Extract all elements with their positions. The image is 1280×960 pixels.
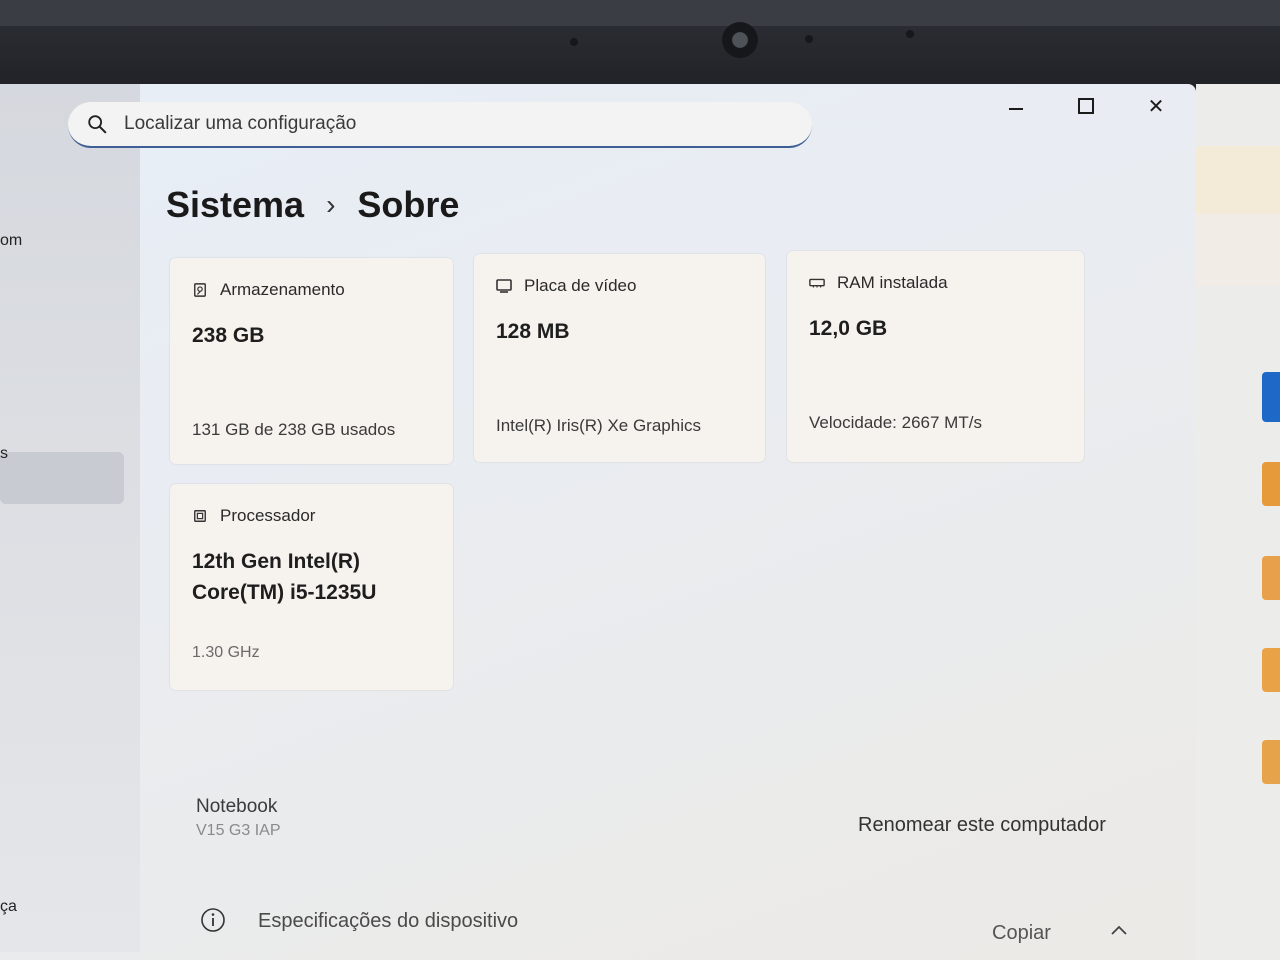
card-header: Armazenamento <box>192 280 345 300</box>
minimize-icon <box>1009 108 1023 110</box>
search-icon <box>88 115 107 134</box>
minimize-button[interactable] <box>996 92 1036 120</box>
bezel-top-edge <box>0 0 1280 26</box>
storage-value: 238 GB <box>192 324 265 347</box>
search-input[interactable] <box>122 112 766 136</box>
rename-computer-button[interactable]: Renomear este computador <box>846 808 1118 843</box>
ram-speed: Velocidade: 2667 MT/s <box>809 413 982 432</box>
info-icon <box>201 908 225 932</box>
background-window-band <box>1196 214 1280 286</box>
storage-usage: 131 GB de 238 GB usados <box>192 420 396 439</box>
processor-card[interactable]: Processador 12th Gen Intel(R) Core(TM) i… <box>170 484 453 690</box>
ram-icon <box>809 278 825 288</box>
bezel-sensor <box>570 38 578 46</box>
processor-value: 12th Gen Intel(R) Core(TM) i5-1235U <box>192 550 377 604</box>
card-header: RAM instalada <box>809 273 948 293</box>
breadcrumb-parent[interactable]: Sistema <box>166 184 304 226</box>
page-title: Sobre <box>357 184 460 225</box>
processor-speed: 1.30 GHz <box>192 644 260 661</box>
processor-icon <box>194 510 206 522</box>
maximize-icon <box>1078 98 1094 114</box>
settings-window: om s ça ✕ Sistema › Sobre Armazenamento … <box>0 84 1196 960</box>
webcam <box>722 22 758 58</box>
background-window-band <box>1196 146 1280 214</box>
processor-label: Processador <box>220 506 316 525</box>
maximize-button[interactable] <box>1066 92 1106 120</box>
sidebar-item-fragment[interactable]: ça <box>0 898 17 916</box>
video-adapter-name: Intel(R) Iris(R) Xe Graphics <box>496 416 701 435</box>
window-controls: ✕ <box>996 92 1176 120</box>
close-button[interactable]: ✕ <box>1136 92 1176 120</box>
chevron-up-icon[interactable] <box>1108 922 1130 938</box>
device-name: Notebook <box>196 796 278 817</box>
storage-label: Armazenamento <box>220 280 345 299</box>
card-header: Processador <box>192 506 315 526</box>
ram-value: 12,0 GB <box>809 317 888 340</box>
background-folder-icon <box>1262 740 1280 784</box>
sidebar-item-selected[interactable] <box>0 452 124 504</box>
video-card[interactable]: Placa de vídeo 128 MB Intel(R) Iris(R) X… <box>474 254 765 462</box>
video-value: 128 MB <box>496 320 570 343</box>
device-model: V15 G3 IAP <box>196 822 281 839</box>
bezel-sensor <box>906 30 914 38</box>
navigation-sidebar: om s ça <box>0 84 140 952</box>
card-header: Placa de vídeo <box>496 276 636 296</box>
copy-button[interactable]: Copiar <box>984 918 1059 949</box>
background-folder-icon <box>1262 462 1280 506</box>
sidebar-item-fragment[interactable]: om <box>0 232 22 250</box>
close-icon: ✕ <box>1147 95 1165 118</box>
breadcrumb: Sistema › Sobre <box>166 184 459 226</box>
storage-icon <box>194 283 206 297</box>
laptop-bezel <box>0 0 1280 90</box>
bezel-sensor <box>805 35 813 43</box>
ram-card[interactable]: RAM instalada 12,0 GB Velocidade: 2667 M… <box>787 251 1084 462</box>
video-label: Placa de vídeo <box>524 276 637 295</box>
chevron-right-icon: › <box>326 189 336 220</box>
search-box[interactable] <box>68 102 812 148</box>
ram-label: RAM instalada <box>837 273 948 292</box>
sidebar-item-fragment[interactable]: s <box>0 445 8 463</box>
background-app-icon <box>1262 372 1280 422</box>
background-folder-icon <box>1262 556 1280 600</box>
device-specifications-heading[interactable]: Especificações do dispositivo <box>258 910 518 933</box>
background-folder-icon <box>1262 648 1280 692</box>
storage-card[interactable]: Armazenamento 238 GB 131 GB de 238 GB us… <box>170 258 453 464</box>
display-adapter-icon <box>496 279 512 293</box>
